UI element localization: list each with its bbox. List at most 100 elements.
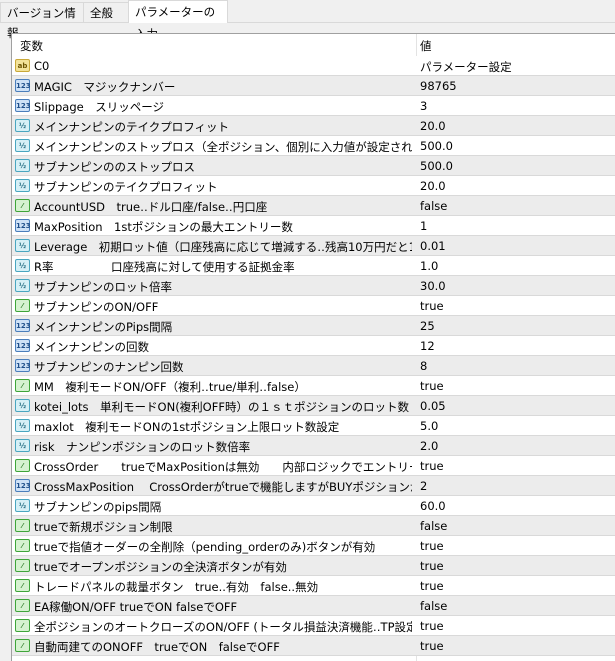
table-row[interactable]: ½ Leverage 初期ロット値（口座残高に応じて増減する‥残高10万円だと1.… [12,236,615,256]
table-row[interactable]: ⁄ trueでオープンポジションの全決済ボタンが有効 true [12,556,615,576]
parameter-name: サブナンピンのテイクプロフィット [34,180,218,194]
123-icon: 123 [15,99,31,112]
bool-icon: ⁄ [15,519,30,532]
parameters-table: 変数 値 ab C0 パラメーター設定 123 MAGIC マジックナンバー 98765 1… [11,33,615,661]
table-row[interactable]: ½ risk ナンピンポジションのロット数倍率 2.0 [12,436,615,456]
parameter-value[interactable]: true [420,579,444,593]
parameter-value[interactable]: true [420,379,444,393]
table-row[interactable]: ⁄ 自動両建てのONOFF trueでON falseでOFF true [12,636,615,656]
half-icon: ½ [15,179,30,192]
bool-icon: ⁄ [15,639,30,652]
parameter-value[interactable]: true [420,539,444,553]
table-row[interactable]: ab C0 パラメーター設定 [12,56,615,76]
tab-general[interactable]: 全般 [83,2,129,22]
table-row[interactable]: ⁄ CrossOrder trueでMaxPositionは無効 内部ロジックでエ… [12,456,615,476]
parameter-value[interactable]: 98765 [420,79,457,93]
tab-bar: バージョン情報 全般 パラメーターの入力 [0,0,615,41]
table-row[interactable]: 123 メインナンピンの回数 12 [12,336,615,356]
parameter-name: maxlot 複利モードONの1stポジション上限ロット数設定 [34,420,340,434]
tab-input-parameters[interactable]: パラメーターの入力 [128,0,228,41]
parameter-value[interactable]: 20.0 [420,179,446,193]
bool-icon: ⁄ [15,299,30,312]
parameter-value[interactable]: 5.0 [420,419,438,433]
table-row[interactable]: 123 サブナンピンのナンピン回数 8 [12,356,615,376]
123-icon: 123 [15,479,31,492]
123-icon: 123 [15,79,31,92]
parameter-name: サブナンピンののストップロス [34,160,195,174]
parameter-name: C0 [34,59,50,73]
parameter-name: Leverage 初期ロット値（口座残高に応じて増減する‥残高10万円だと1..… [34,240,412,254]
parameter-name: CrossOrder trueでMaxPositionは無効 内部ロジックでエン… [34,460,412,474]
123-icon: 123 [15,219,31,232]
table-row[interactable]: ½ メインナンピンのストップロス（全ポジション、個別に入力値が設定される） 500.… [12,136,615,156]
parameter-name: トレードパネルの裁量ボタン true..有効 false..無効 [34,580,319,594]
half-icon: ½ [15,119,30,132]
parameter-name: サブナンピンのON/OFF [34,300,159,314]
table-row[interactable]: ½ kotei_lots 単利モードON(複利OFF時）の１ｓｔポジションのロット… [12,396,615,416]
parameter-value[interactable]: 0.05 [420,399,446,413]
parameter-value[interactable]: true [420,459,444,473]
table-row[interactable]: 123 MaxPosition 1stポジションの最大エントリー数 1 [12,216,615,236]
table-row[interactable]: ⁄ AccountUSD true‥ドル口座/false‥円口座 false [12,196,615,216]
half-icon: ½ [15,159,30,172]
ab-icon: ab [15,59,30,72]
parameter-value[interactable]: 2 [420,479,427,493]
table-row[interactable]: ⁄ MM 複利モードON/OFF（複利‥true/単利‥false） true [12,376,615,396]
parameter-name: メインナンピンのテイクプロフィット [34,120,230,134]
table-row[interactable]: ⁄ トレードパネルの裁量ボタン true..有効 false..無効 true [12,576,615,596]
parameter-value[interactable]: 20.0 [420,119,446,133]
parameter-value[interactable]: true [420,299,444,313]
parameter-value[interactable]: 30.0 [420,279,446,293]
parameter-value[interactable]: false [420,599,447,613]
table-row[interactable]: 123 Slippage スリッページ 3 [12,96,615,116]
parameter-name: MAGIC マジックナンバー [34,80,176,94]
table-row[interactable]: ⁄ 全ポジションのオートクローズのON/OFF (トータル損益決済機能‥TP設定値… [12,616,615,636]
parameter-name: risk ナンピンポジションのロット数倍率 [34,440,251,454]
123-icon: 123 [15,339,31,352]
parameter-value[interactable]: true [420,639,444,653]
table-row[interactable]: ½ メインナンピンのテイクプロフィット 20.0 [12,116,615,136]
parameter-name: trueで指値オーダーの全削除（pending_orderのみ)ボタンが有効 [34,540,376,554]
column-header-value[interactable]: 値 [420,38,432,54]
table-row[interactable]: ½ サブナンピンののストップロス 500.0 [12,156,615,176]
table-row[interactable]: ½ サブナンピンのロット倍率 30.0 [12,276,615,296]
tab-version-info[interactable]: バージョン情報 [0,2,84,40]
bool-icon: ⁄ [15,599,30,612]
table-row[interactable]: ⁄ trueで指値オーダーの全削除（pending_orderのみ)ボタンが有効 t… [12,536,615,556]
parameter-value[interactable]: 25 [420,319,435,333]
table-row[interactable]: ⁄ EA稼働ON/OFF trueでON falseでOFF false [12,596,615,616]
parameter-value[interactable]: true [420,559,444,573]
parameter-name: EA稼働ON/OFF trueでON falseでOFF [34,600,238,614]
parameter-value[interactable]: 500.0 [420,159,453,173]
table-row[interactable]: ⁄ trueで新規ポジション制限 false [12,516,615,536]
table-row[interactable]: ½ R率 口座残高に対して使用する証拠金率 1.0 [12,256,615,276]
parameter-value[interactable]: 1.0 [420,259,438,273]
table-row[interactable]: ½ サブナンピンのpips間隔 60.0 [12,496,615,516]
table-row[interactable]: ½ maxlot 複利モードONの1stポジション上限ロット数設定 5.0 [12,416,615,436]
parameter-value[interactable]: 3 [420,99,427,113]
parameter-value[interactable]: false [420,519,447,533]
table-row[interactable]: ⁄ サブナンピンのON/OFF true [12,296,615,316]
table-row[interactable]: 123 メインナンピンのPips間隔 25 [12,316,615,336]
parameter-name: 自動両建てのONOFF trueでON falseでOFF [34,640,280,654]
half-icon: ½ [15,399,30,412]
parameter-value[interactable]: パラメーター設定 [420,59,512,75]
column-header-variable[interactable]: 変数 [20,38,43,54]
table-row[interactable]: 123 MAGIC マジックナンバー 98765 [12,76,615,96]
parameter-value[interactable]: 0.01 [420,239,446,253]
half-icon: ½ [15,499,30,512]
parameter-value[interactable]: 60.0 [420,499,446,513]
parameter-value[interactable]: true [420,619,444,633]
parameter-value[interactable]: false [420,199,447,213]
table-row[interactable]: ½ サブナンピンのテイクプロフィット 20.0 [12,176,615,196]
half-icon: ½ [15,419,30,432]
parameter-name: AccountUSD true‥ドル口座/false‥円口座 [34,200,268,214]
parameter-value[interactable]: 8 [420,359,427,373]
parameter-value[interactable]: 2.0 [420,439,438,453]
parameter-value[interactable]: 500.0 [420,139,453,153]
parameter-name: MM 複利モードON/OFF（複利‥true/単利‥false） [34,380,306,394]
parameter-value[interactable]: 12 [420,339,435,353]
half-icon: ½ [15,259,30,272]
parameter-value[interactable]: 1 [420,219,427,233]
table-row[interactable]: 123 CrossMaxPosition CrossOrderがtrueで機能しま… [12,476,615,496]
